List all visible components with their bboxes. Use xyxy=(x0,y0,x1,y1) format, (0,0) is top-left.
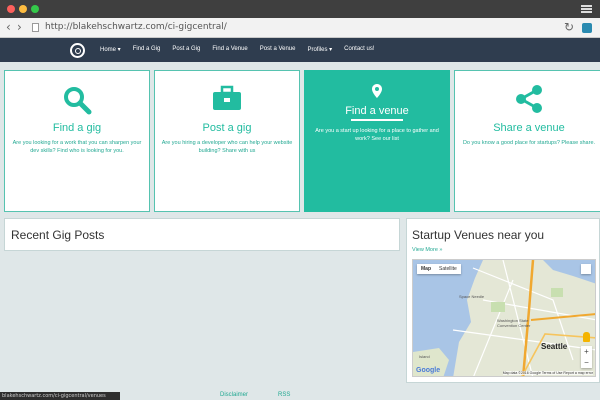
zoom-out-button[interactable]: − xyxy=(581,357,592,368)
nav-find-gig[interactable]: Find a Gig xyxy=(133,46,161,53)
map-label: Island xyxy=(419,354,430,359)
title-underline xyxy=(351,119,403,121)
close-window-icon[interactable] xyxy=(7,5,15,13)
map-city-label: Seattle xyxy=(541,342,568,351)
card-title: Find a venue xyxy=(345,105,409,117)
zoom-in-button[interactable]: + xyxy=(581,346,592,357)
zoom-control: + − xyxy=(581,346,592,368)
map-pin-icon xyxy=(305,84,449,98)
forward-icon[interactable]: › xyxy=(17,20,22,34)
fullscreen-icon[interactable] xyxy=(581,264,591,274)
card-find-venue[interactable]: Find a venue Are you a start up looking … xyxy=(304,70,450,212)
map-attribution[interactable]: Map data ©2016 Google Terms of Use Repor… xyxy=(502,371,593,375)
map-label: Washington State Convention Center xyxy=(497,318,531,328)
card-share-venue[interactable]: Share a venue Do you know a good place f… xyxy=(454,70,600,212)
address-bar: ‹ › http://blakehschwartz.com/ci-gigcent… xyxy=(0,18,600,38)
card-find-gig[interactable]: Find a gig Are you looking for a work th… xyxy=(4,70,150,212)
card-post-gig[interactable]: Post a gig Are you hiring a developer wh… xyxy=(154,70,300,212)
browser-status-bar: blakehschwartz.com/ci-gigcentral/venues xyxy=(0,392,120,400)
url-field[interactable]: http://blakehschwartz.com/ci-gigcentral/ xyxy=(45,22,227,32)
startup-venues-panel: Startup Venues near you View More » Map … xyxy=(406,218,600,383)
nav-post-venue[interactable]: Post a Venue xyxy=(260,46,296,53)
map-type-toggle: Map Satellite xyxy=(417,264,461,274)
card-description: Are you a start up looking for a place t… xyxy=(315,128,439,142)
reload-icon[interactable]: ↻ xyxy=(564,20,574,34)
browser-titlebar xyxy=(0,0,600,18)
map-label: Space Needle xyxy=(459,294,485,299)
search-icon xyxy=(5,85,149,115)
card-title: Post a gig xyxy=(202,122,252,134)
card-title: Find a gig xyxy=(52,122,102,134)
nav-links: Home ▾ Find a Gig Post a Gig Find a Venu… xyxy=(100,46,375,53)
map-type-satellite[interactable]: Satellite xyxy=(435,264,461,274)
minimize-window-icon[interactable] xyxy=(19,5,27,13)
maximize-window-icon[interactable] xyxy=(31,5,39,13)
site-logo-icon[interactable] xyxy=(70,43,85,58)
nav-post-gig[interactable]: Post a Gig xyxy=(172,46,200,53)
view-more-link[interactable]: View More » xyxy=(412,247,442,253)
street-view-pegman-icon[interactable] xyxy=(583,332,590,342)
footer-rss-link[interactable]: RSS xyxy=(278,392,290,398)
card-description: Do you know a good place for startups? P… xyxy=(462,140,596,146)
card-description: Are you hiring a developer who can help … xyxy=(161,140,293,154)
recent-gig-posts-title: Recent Gig Posts xyxy=(11,228,105,242)
back-icon[interactable]: ‹ xyxy=(6,20,11,34)
card-description: Are you looking for a work that you can … xyxy=(12,140,142,154)
footer-disclaimer-link[interactable]: Disclaimer xyxy=(220,392,248,398)
page-icon xyxy=(32,23,39,32)
nav-contact[interactable]: Contact us! xyxy=(344,46,374,53)
startup-venues-title: Startup Venues near you xyxy=(412,228,545,242)
venues-map[interactable]: Map Satellite Space Needle Washington St… xyxy=(412,259,596,377)
google-logo[interactable]: Google xyxy=(416,367,440,374)
nav-profiles[interactable]: Profiles ▾ xyxy=(307,46,332,53)
extension-icon[interactable] xyxy=(582,23,592,33)
share-icon xyxy=(455,85,600,113)
nav-find-venue[interactable]: Find a Venue xyxy=(212,46,247,53)
briefcase-icon xyxy=(155,85,299,111)
map-type-map[interactable]: Map xyxy=(417,264,435,274)
footer-links: Disclaimer RSS xyxy=(220,392,290,398)
status-url: blakehschwartz.com/ci-gigcentral/venues xyxy=(2,393,106,399)
menu-icon[interactable] xyxy=(581,5,592,13)
nav-home[interactable]: Home ▾ xyxy=(100,46,121,53)
recent-gig-posts-panel: Recent Gig Posts xyxy=(4,218,400,251)
card-title: Share a venue xyxy=(493,122,565,134)
